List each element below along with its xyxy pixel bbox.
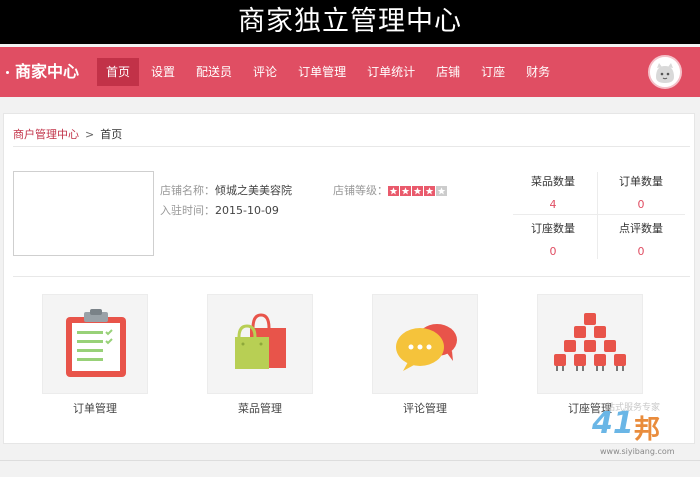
nav-item-finance[interactable]: 财务 (517, 58, 559, 86)
store-name-label: 店铺名称： (160, 184, 215, 197)
store-level-label: 店铺等级： (333, 184, 388, 197)
stat-label: 订座数量 (531, 222, 575, 235)
nav-item-settings[interactable]: 设置 (142, 58, 184, 86)
star-icon (436, 186, 447, 196)
store-join-value: 2015-10-09 (215, 204, 279, 217)
page-banner: 商家独立管理中心 (0, 0, 700, 44)
divider (13, 276, 690, 277)
store-name-value: 倾城之美美容院 (215, 184, 292, 197)
brand[interactable]: 商家中心 (6, 47, 79, 97)
watermark-number: 41 (592, 406, 634, 441)
tile-label[interactable]: 评论管理 (372, 400, 478, 416)
star-icon (424, 186, 435, 196)
chat-bubbles-icon (396, 324, 457, 371)
watermark: 站式服务专家 41 邦 www.siyibang.com (588, 398, 698, 462)
divider (13, 146, 690, 147)
watermark-url: www.siyibang.com (600, 447, 675, 456)
store-name-row: 店铺名称：倾城之美美容院 (160, 182, 292, 198)
store-level-row: 店铺等级： (333, 182, 448, 198)
stats-grid: 菜品数量 4 订单数量 0 订座数量 0 点评数量 0 (509, 168, 689, 263)
user-avatar-icon[interactable] (648, 55, 682, 89)
breadcrumb: 商户管理中心 > 首页 (13, 126, 122, 142)
stat-label: 点评数量 (619, 222, 663, 235)
stat-dishes: 菜品数量 4 (509, 173, 597, 211)
stat-label: 菜品数量 (531, 175, 575, 188)
nav-item-couriers[interactable]: 配送员 (187, 58, 241, 86)
store-join-label: 入驻时间： (160, 204, 215, 217)
stat-value: 0 (637, 198, 645, 211)
store-logo-placeholder (13, 171, 154, 256)
breadcrumb-current: 首页 (100, 128, 123, 141)
brand-title: 商家中心 (15, 62, 80, 81)
tile-label[interactable]: 订单管理 (42, 400, 148, 416)
nav-item-home[interactable]: 首页 (97, 58, 140, 86)
nav-item-reservations[interactable]: 订座 (472, 58, 514, 86)
breadcrumb-root-link[interactable]: 商户管理中心 (13, 128, 79, 141)
nav-item-reviews[interactable]: 评论 (244, 58, 286, 86)
star-icon (412, 186, 423, 196)
tile-label[interactable]: 菜品管理 (207, 400, 313, 416)
top-navbar: 商家中心 首页 设置 配送员 评论 订单管理 订单统计 店铺 订座 财务 (0, 47, 700, 97)
star-icon (400, 186, 411, 196)
brand-dot-icon (6, 71, 9, 74)
stat-reviews: 点评数量 0 (597, 220, 685, 258)
main-nav: 首页 设置 配送员 评论 订单管理 订单统计 店铺 订座 财务 (97, 58, 562, 86)
nav-item-order-stats[interactable]: 订单统计 (358, 58, 424, 86)
watermark-char: 邦 (634, 415, 661, 445)
nav-item-orders[interactable]: 订单管理 (289, 58, 355, 86)
main-panel: 商户管理中心 > 首页 店铺名称：倾城之美美容院 入驻时间：2015-10-09 店… (3, 113, 695, 444)
breadcrumb-separator: > (85, 128, 95, 141)
stat-label: 订单数量 (619, 175, 663, 188)
store-level-stars (388, 186, 448, 196)
stat-reservations: 订座数量 0 (509, 220, 597, 258)
banner-title: 商家独立管理中心 (238, 6, 462, 37)
stats-divider-horizontal (513, 214, 685, 215)
nav-item-store[interactable]: 店铺 (427, 58, 469, 86)
star-icon (388, 186, 399, 196)
seats-icon (554, 313, 626, 371)
shopping-bags-icon (235, 313, 286, 369)
stat-orders: 订单数量 0 (597, 173, 685, 211)
clipboard-icon (66, 309, 126, 377)
stat-value: 0 (637, 245, 645, 258)
tile-review-management[interactable] (372, 294, 478, 394)
tile-dish-management[interactable] (207, 294, 313, 394)
tile-order-management[interactable] (42, 294, 148, 394)
tile-reservation-management[interactable] (537, 294, 643, 394)
stat-value: 4 (549, 198, 557, 211)
store-join-row: 入驻时间：2015-10-09 (160, 202, 279, 218)
stat-value: 0 (549, 245, 557, 258)
